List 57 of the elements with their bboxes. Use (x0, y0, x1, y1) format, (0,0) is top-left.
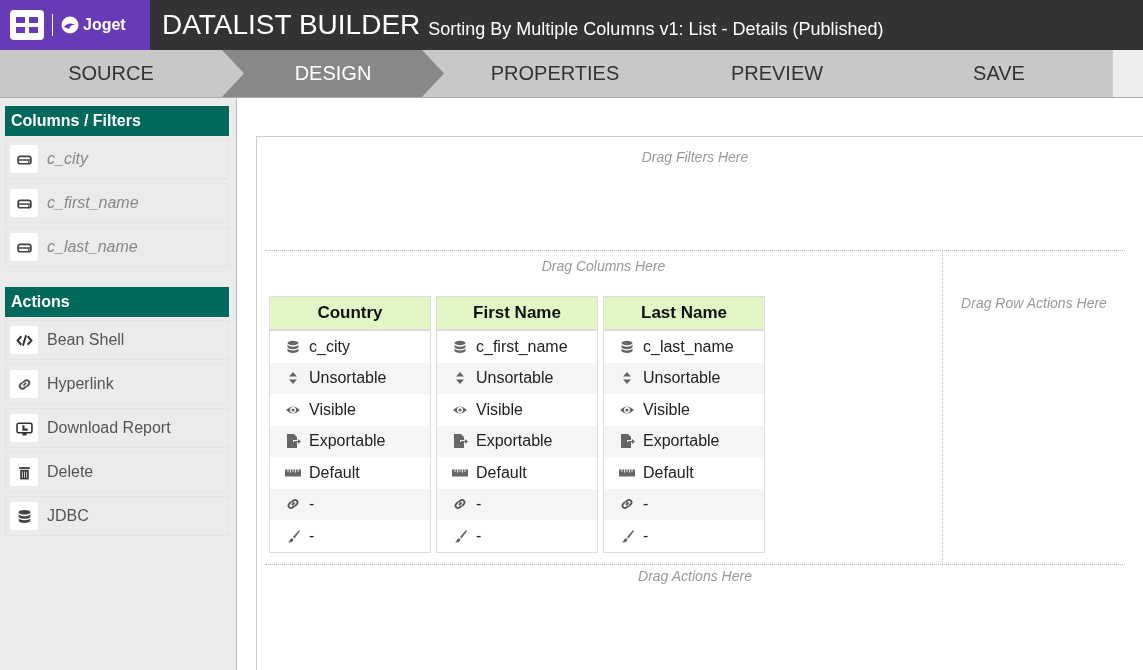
property-text: c_last_name (643, 337, 734, 356)
ruler-icon (452, 468, 468, 477)
column-card[interactable]: First Name c_first_name Unsortable Visible Exportable Default - - (436, 296, 598, 553)
property-text: - (476, 526, 482, 545)
action-item[interactable]: Bean Shell (5, 320, 229, 360)
property-text: Unsortable (643, 369, 721, 388)
logo-icon (61, 16, 79, 34)
column-card[interactable]: Last Name c_last_name Unsortable Visible Exportable Default - - (603, 296, 765, 553)
action-item[interactable]: Hyperlink (5, 364, 229, 404)
property-text: Exportable (643, 432, 720, 451)
ruler-icon (619, 468, 635, 477)
column-header: First Name (437, 297, 597, 331)
property-text: Default (476, 463, 527, 482)
action-item[interactable]: JDBC (5, 496, 229, 536)
property-text: Unsortable (476, 369, 554, 388)
section-header: Columns / Filters (5, 106, 229, 136)
drop-hint: Drag Columns Here (540, 258, 667, 274)
property-text: Visible (309, 400, 356, 419)
property-text: Visible (476, 400, 523, 419)
column-card[interactable]: Country c_city Unsortable Visible Exportable Default - - (269, 296, 431, 553)
property-text: Exportable (476, 432, 553, 451)
column-header: Last Name (604, 297, 764, 331)
property-text: c_first_name (476, 337, 568, 356)
property-text: Visible (643, 400, 690, 419)
property-text: Unsortable (309, 369, 387, 388)
database-icon (285, 338, 301, 355)
property-text: c_city (309, 337, 350, 356)
property-text: - (309, 495, 315, 514)
column-header: Country (270, 297, 430, 331)
export-icon (285, 433, 301, 450)
builder-title: DATALIST BUILDER (162, 9, 421, 41)
property-text: Default (309, 463, 360, 482)
action-item[interactable]: Delete (5, 452, 229, 492)
property-text: Exportable (309, 432, 386, 451)
property-text: - (643, 526, 649, 545)
property-text: - (643, 495, 649, 514)
ruler-icon (285, 468, 301, 477)
drop-hint: Drag Row Actions Here (960, 295, 1108, 311)
action-item[interactable]: Download Report (5, 408, 229, 448)
scrollbar[interactable] (1112, 50, 1143, 97)
export-icon (619, 433, 635, 450)
property-text: - (309, 526, 315, 545)
step-tab[interactable]: DESIGN (222, 50, 444, 97)
apps-icon[interactable] (10, 10, 44, 40)
section-header: Actions (5, 287, 229, 317)
logo-text: Joget (83, 16, 126, 34)
property-text: Default (643, 463, 694, 482)
brush-icon (619, 527, 635, 544)
brush-icon (452, 527, 468, 544)
drop-hint: Drag Filters Here (640, 149, 750, 165)
drop-hint: Drag Actions Here (637, 568, 753, 584)
database-icon (452, 338, 468, 355)
list-subtitle: Sorting By Multiple Columns v1: List - Details (Published) (428, 18, 884, 40)
property-text: - (476, 495, 482, 514)
export-icon (452, 433, 468, 450)
database-icon (619, 338, 635, 355)
brush-icon (285, 527, 301, 544)
